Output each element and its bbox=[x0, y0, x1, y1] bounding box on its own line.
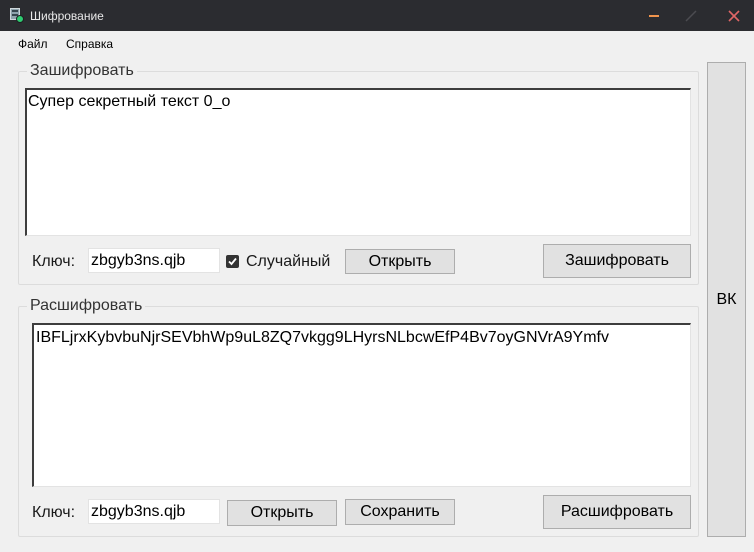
decrypt-button[interactable]: Расшифровать bbox=[543, 495, 691, 529]
minimize-button[interactable] bbox=[634, 0, 674, 31]
vk-button[interactable]: ВК bbox=[707, 62, 746, 537]
menu-bar: Файл Справка bbox=[0, 31, 754, 57]
minimize-icon bbox=[649, 14, 659, 17]
checkmark-icon bbox=[228, 257, 237, 266]
random-label: Случайный bbox=[246, 253, 331, 270]
cipher-text-area[interactable]: IBFLjrxKybvbuNjrSEVbhWp9uL8ZQ7vkgg9LHyrs… bbox=[32, 323, 691, 487]
close-button[interactable] bbox=[714, 0, 754, 31]
save-button[interactable]: Сохранить bbox=[345, 499, 455, 525]
decrypt-key-label: Ключ: bbox=[32, 504, 76, 521]
menu-file[interactable]: Файл bbox=[18, 37, 48, 51]
decrypt-key-field[interactable]: zbgyb3ns.qjb bbox=[88, 499, 220, 524]
app-icon bbox=[10, 8, 24, 23]
encrypt-open-button[interactable]: Открыть bbox=[345, 249, 455, 274]
title-bar: Шифрование bbox=[0, 0, 754, 31]
menu-help[interactable]: Справка bbox=[66, 37, 113, 51]
decrypt-group-title: Расшифровать bbox=[27, 297, 146, 315]
maximize-icon bbox=[685, 9, 697, 22]
encrypt-group-title: Зашифровать bbox=[27, 62, 137, 80]
plain-text-area[interactable]: Супер секретный текст 0_о bbox=[25, 88, 691, 236]
random-checkbox[interactable] bbox=[226, 255, 239, 268]
encrypt-key-field[interactable]: zbgyb3ns.qjb bbox=[88, 248, 220, 273]
window-title: Шифрование bbox=[30, 9, 104, 23]
close-icon bbox=[728, 9, 740, 22]
encrypt-key-label: Ключ: bbox=[32, 253, 76, 270]
encrypt-button[interactable]: Зашифровать bbox=[543, 244, 691, 278]
decrypt-open-button[interactable]: Открыть bbox=[227, 500, 337, 526]
maximize-button[interactable] bbox=[671, 0, 711, 31]
